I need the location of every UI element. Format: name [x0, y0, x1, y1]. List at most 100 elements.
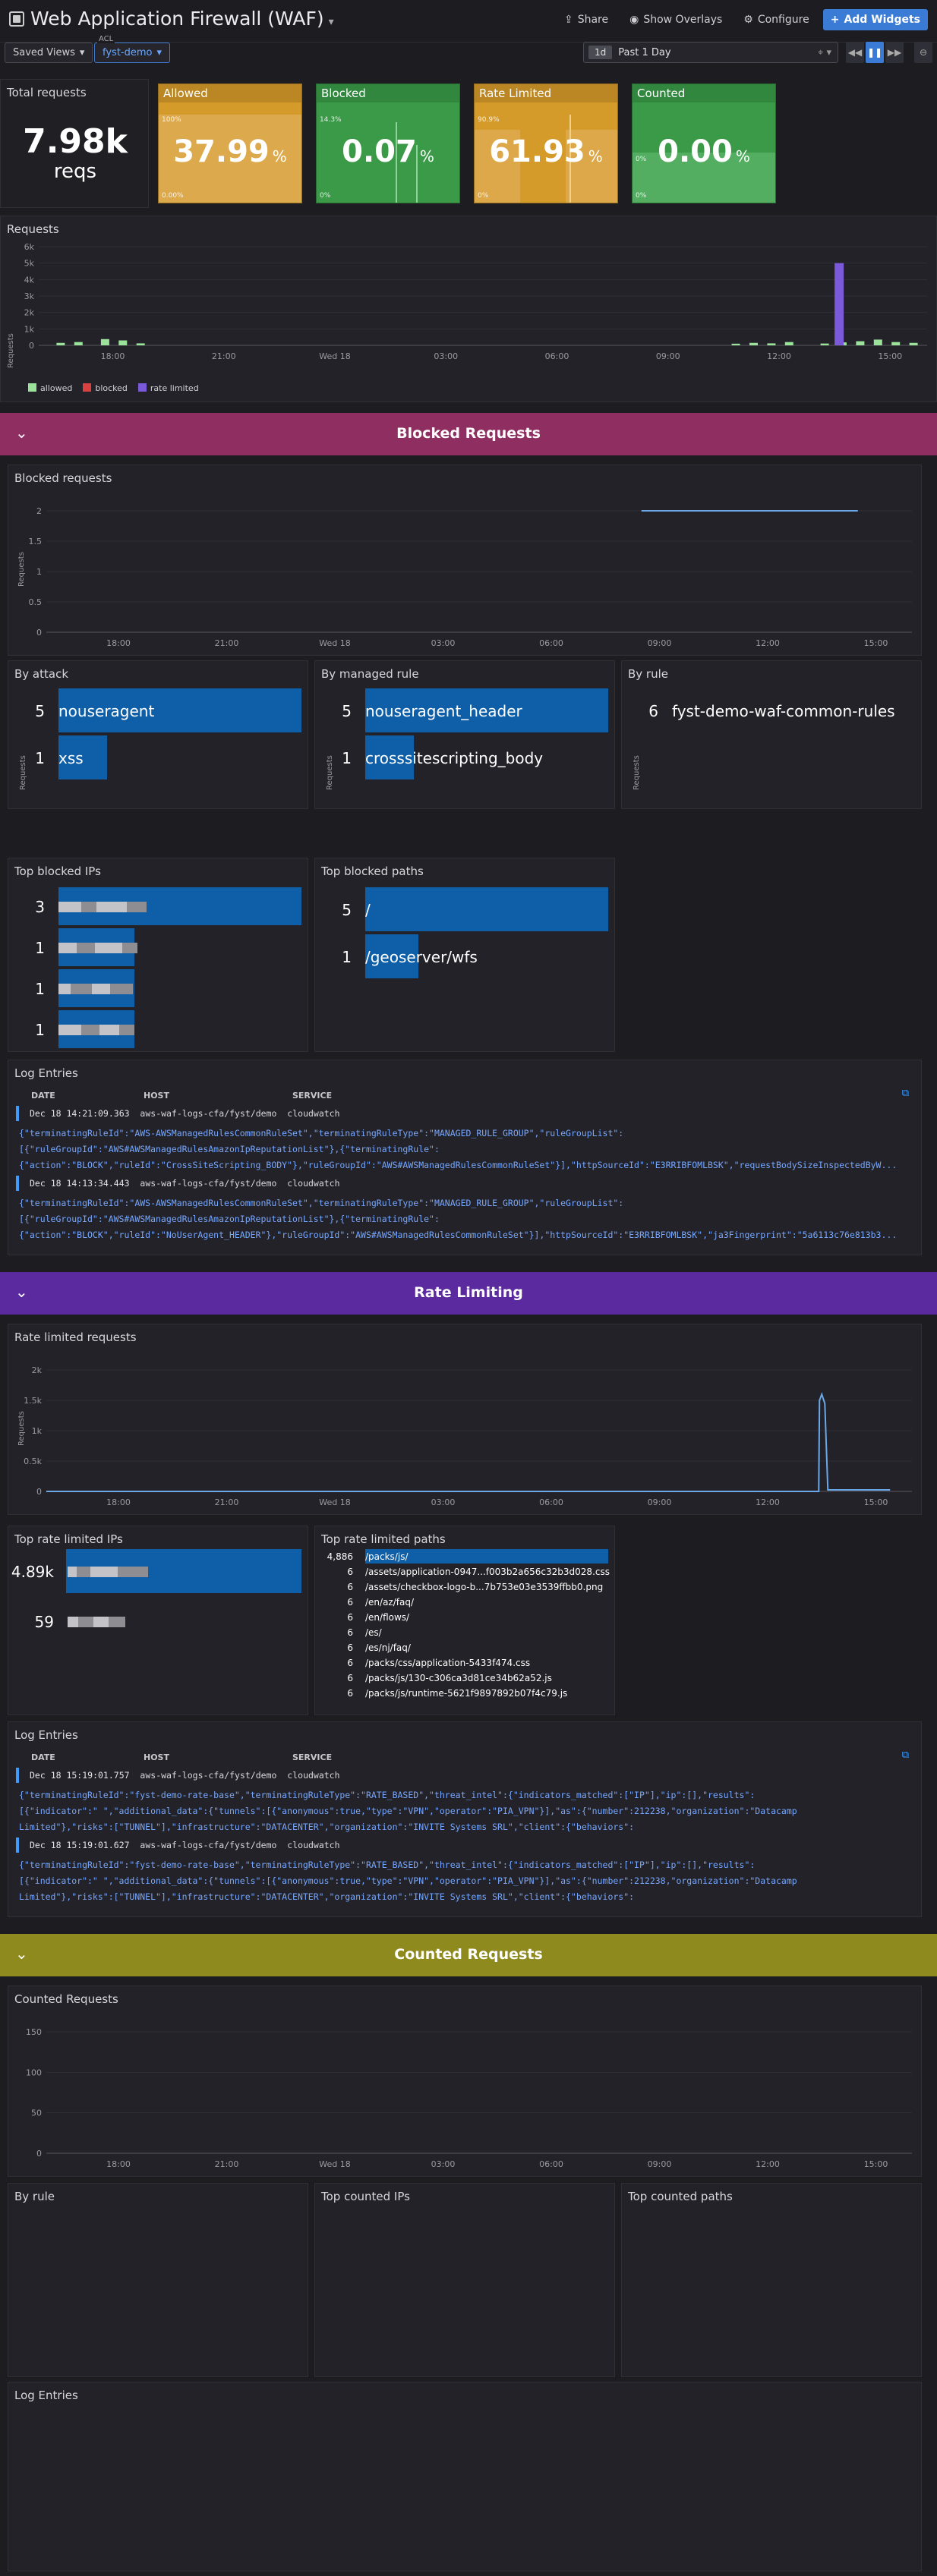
pause-button[interactable]: ❚❚ — [866, 42, 884, 63]
show-overlays-label: Show Overlays — [643, 14, 723, 26]
blocked-path-row[interactable]: 5/ — [315, 887, 616, 933]
allowed-bar — [767, 343, 776, 345]
blocked-path-row[interactable]: 1/geoserver/wfs — [315, 934, 616, 980]
log-date: Dec 18 15:19:01.757 — [30, 1770, 130, 1781]
requests-chart-title: Requests — [7, 222, 59, 236]
acl-select[interactable]: fyst-demo ▾ — [94, 43, 171, 63]
y-tick-label: 1 — [36, 567, 42, 577]
chevron-down-icon[interactable]: ▾ — [329, 16, 334, 28]
x-tick-label: Wed 18 — [319, 1497, 350, 1507]
x-tick-label: 21:00 — [215, 638, 239, 648]
x-tick-label: 09:00 — [656, 351, 680, 361]
row-count: 6 — [347, 1581, 353, 1592]
counted-requests-section-header[interactable]: ⌄ Counted Requests — [0, 1934, 937, 1976]
log-date: Dec 18 15:19:01.627 — [30, 1840, 130, 1850]
rate-path-row[interactable]: 6/packs/js/runtime-5621f9897892b07f4c79.… — [315, 1686, 616, 1700]
by-rule-widget: By rule Requests 6 fyst-demo-waf-common-r… — [621, 660, 922, 809]
blocked-ip-row[interactable]: 3 — [8, 887, 309, 927]
by-rule-row[interactable]: 6 fyst-demo-waf-common-rules — [622, 688, 923, 734]
legend-rate-limited[interactable]: rate limited — [137, 383, 199, 393]
log-row[interactable]: Dec 18 15:19:01.627 aws-waf-logs-cfa/fys… — [30, 1838, 910, 1853]
rate-path-row[interactable]: 6/es/ — [315, 1625, 616, 1639]
log-service: cloudwatch — [287, 1178, 340, 1189]
blocked-ip-row[interactable]: 1 — [8, 969, 309, 1009]
log-row[interactable]: Dec 18 14:13:34.443 aws-waf-logs-cfa/fys… — [30, 1176, 910, 1192]
x-tick-label: 06:00 — [539, 638, 563, 648]
blocked-tile-min: 0% — [320, 192, 331, 200]
saved-views-select[interactable]: Saved Views ▾ — [5, 43, 93, 63]
row-count: 5 — [35, 702, 45, 720]
by-attack-row[interactable]: 1 xss — [8, 735, 309, 781]
row-count: 6 — [347, 1627, 353, 1638]
row-label: /packs/js/runtime-5621f9897892b07f4c79.j… — [365, 1687, 568, 1699]
legend-allowed[interactable]: allowed — [28, 383, 72, 393]
log-row[interactable]: Dec 18 15:19:01.757 aws-waf-logs-cfa/fys… — [30, 1768, 910, 1784]
redacted-ip — [52, 1021, 134, 1039]
row-bar — [365, 887, 608, 931]
top-rate-limited-paths-widget: Top rate limited paths 4,886/packs/js/6/… — [314, 1526, 615, 1715]
log-service: cloudwatch — [287, 1840, 340, 1850]
acl-value: fyst-demo — [103, 47, 153, 58]
step-forward-button[interactable]: ▶▶ — [885, 42, 904, 63]
log-message-line: [{"indicator":" ","additional_data":{"tu… — [19, 1875, 797, 1886]
y-tick-label: 150 — [26, 2027, 42, 2037]
rate-path-row[interactable]: 6/assets/checkbox-logo-b...7b753e03e3539… — [315, 1579, 616, 1594]
rate-path-row[interactable]: 6/packs/css/application-5433f474.css — [315, 1655, 616, 1670]
rate-path-row[interactable]: 4,886/packs/js/ — [315, 1549, 616, 1564]
row-label: crosssitescripting_body — [365, 749, 544, 767]
blocked-requests-section-header[interactable]: ⌄ Blocked Requests — [0, 413, 937, 455]
by-managed-rule-row[interactable]: 5 nouseragent_header — [315, 688, 616, 734]
configure-button[interactable]: ⚙ Configure — [736, 9, 816, 30]
blocked-ip-row[interactable]: 1 — [8, 928, 309, 968]
by-attack-row[interactable]: 5 nouseragent — [8, 688, 309, 734]
counted-requests-chart-widget: Counted Requests 0 50 100 150 18:00 21:00 Wed … — [8, 1986, 922, 2177]
log-status-marker — [16, 1838, 19, 1853]
blocked-tile: Blocked 14.3% 0.07% 0% — [316, 83, 460, 203]
rate-path-row[interactable]: 6/en/flows/ — [315, 1610, 616, 1624]
external-link-icon[interactable]: ⧉ — [902, 1749, 909, 1761]
x-tick-label: 15:00 — [864, 2159, 888, 2169]
x-tick-label: 06:00 — [545, 351, 569, 361]
time-range-picker[interactable]: 1d Past 1 Day ⌖ ▾ — [583, 42, 838, 63]
legend-blocked[interactable]: blocked — [83, 383, 128, 393]
step-back-button[interactable]: ◀◀ — [846, 42, 864, 63]
row-count: 6 — [648, 702, 658, 720]
allowed-bar — [784, 342, 793, 345]
rate-ip-row[interactable]: 4.89k — [8, 1549, 309, 1595]
y-tick-label: 1k — [24, 324, 35, 334]
share-button[interactable]: ⇪ Share — [557, 9, 616, 30]
allowed-value-number: 37.99 — [173, 134, 270, 169]
by-managed-rule-title: By managed rule — [321, 667, 419, 681]
by-managed-rule-row[interactable]: 1 crosssitescripting_body — [315, 735, 616, 781]
counted-tile-name: Counted — [633, 84, 775, 102]
row-count: 1 — [35, 1021, 45, 1039]
redacted-ip — [52, 898, 147, 916]
rate-path-row[interactable]: 6/es/nj/faq/ — [315, 1640, 616, 1655]
dashboard-title[interactable]: Web Application Firewall (WAF) ▾ — [9, 8, 334, 30]
row-count: 6 — [347, 1672, 353, 1683]
row-count: 1 — [342, 948, 352, 966]
show-overlays-button[interactable]: ◉ Show Overlays — [622, 9, 730, 30]
y-tick-label: 6k — [24, 242, 35, 252]
x-tick-label: 18:00 — [106, 2159, 131, 2169]
rate-path-row[interactable]: 6/assets/application-0947...f003b2a656c3… — [315, 1564, 616, 1579]
external-link-icon[interactable]: ⧉ — [902, 1088, 909, 1099]
rate-log-entries-widget: Log Entries ⧉ DATE HOST SERVICE Dec 18 1… — [8, 1721, 922, 1917]
row-label: /en/flows/ — [365, 1611, 410, 1623]
row-count: 6 — [347, 1611, 353, 1623]
row-count: 5 — [342, 901, 352, 919]
x-tick-label: 21:00 — [215, 2159, 239, 2169]
pin-icon[interactable]: ⌖ ▾ — [818, 47, 831, 58]
rate-limiting-section-header[interactable]: ⌄ Rate Limiting — [0, 1272, 937, 1315]
rate-path-row[interactable]: 6/en/az/faq/ — [315, 1595, 616, 1609]
top-rate-limited-ips-widget: Top rate limited IPs 4.89k 59 — [8, 1526, 308, 1715]
configure-label: Configure — [757, 14, 809, 26]
rate-ip-row[interactable]: 59 — [8, 1599, 309, 1645]
rate-path-row[interactable]: 6/packs/js/130-c306ca3d81ce34b62a52.js — [315, 1671, 616, 1685]
blocked-value-unit: % — [419, 147, 434, 165]
x-tick-label: 12:00 — [756, 1497, 780, 1507]
log-row[interactable]: Dec 18 14:21:09.363 aws-waf-logs-cfa/fys… — [30, 1106, 910, 1122]
blocked-ip-row[interactable]: 1 — [8, 1010, 309, 1050]
zoom-out-button[interactable]: ⊖ — [914, 42, 932, 63]
add-widgets-button[interactable]: + Add Widgets — [822, 9, 928, 30]
